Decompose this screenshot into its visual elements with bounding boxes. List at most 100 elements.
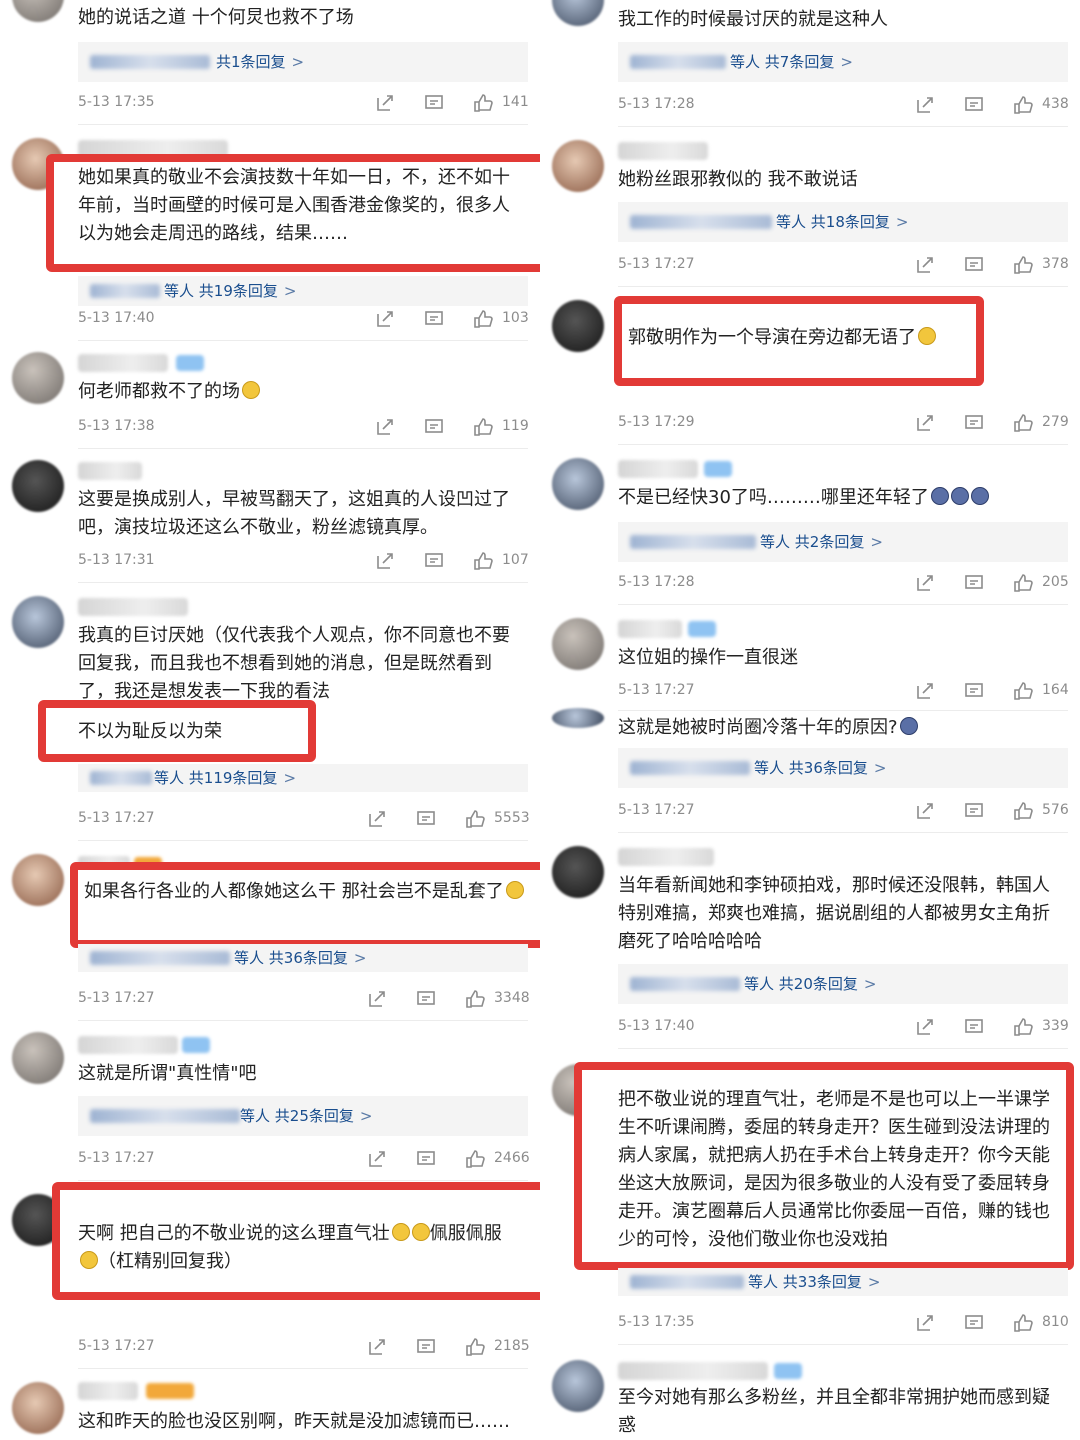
avatar[interactable]	[12, 460, 64, 512]
comment-icon[interactable]	[963, 572, 985, 594]
share-icon[interactable]	[374, 550, 396, 572]
comment-icon[interactable]	[415, 808, 437, 830]
username-blurred[interactable]	[78, 354, 168, 372]
comment-icon[interactable]	[963, 1312, 985, 1334]
share-icon[interactable]	[914, 800, 936, 822]
avatar[interactable]	[12, 1032, 64, 1084]
thumbs-up-icon[interactable]	[1012, 572, 1034, 594]
username-blurred[interactable]	[78, 1036, 178, 1054]
divider	[78, 448, 528, 449]
reply-count-link[interactable]: 等人 共2条回复 >	[760, 522, 883, 562]
reply-count-link[interactable]: 等人 共20条回复 >	[744, 964, 876, 1004]
reply-summary[interactable]: 等人 共19条回复 >	[78, 276, 528, 306]
username-blurred[interactable]	[618, 142, 708, 160]
share-icon[interactable]	[914, 254, 936, 276]
thumbs-up-icon[interactable]	[472, 308, 494, 330]
avatar[interactable]	[12, 1382, 64, 1434]
reply-summary[interactable]: 等人 共25条回复 >	[78, 1096, 528, 1136]
share-icon[interactable]	[374, 308, 396, 330]
username-blurred[interactable]	[78, 598, 188, 616]
comment-icon[interactable]	[423, 92, 445, 114]
comment-icon[interactable]	[423, 308, 445, 330]
avatar[interactable]	[552, 846, 604, 898]
reply-count-link[interactable]: 共1条回复 >	[216, 42, 304, 82]
thumbs-up-icon[interactable]	[1012, 254, 1034, 276]
thumbs-up-icon[interactable]	[472, 416, 494, 438]
share-icon[interactable]	[374, 416, 396, 438]
reply-count-link[interactable]: 等人 共36条回复 >	[234, 944, 366, 972]
comment-icon[interactable]	[963, 680, 985, 702]
reply-count-link[interactable]: 等人 共19条回复 >	[164, 276, 296, 306]
comment-icon[interactable]	[415, 988, 437, 1010]
thumbs-up-icon[interactable]	[1012, 94, 1034, 116]
reply-summary[interactable]: 等人 共33条回复 >	[618, 1268, 1068, 1296]
share-icon[interactable]	[366, 1148, 388, 1170]
thumbs-up-icon[interactable]	[1012, 1016, 1034, 1038]
avatar[interactable]	[552, 708, 604, 728]
avatar[interactable]	[12, 0, 64, 22]
avatar[interactable]	[12, 854, 64, 906]
comment-icon[interactable]	[415, 1148, 437, 1170]
reply-count-link[interactable]: 等人 共33条回复 >	[748, 1268, 880, 1296]
thumbs-up-icon[interactable]	[1012, 680, 1034, 702]
avatar[interactable]	[552, 140, 604, 192]
share-icon[interactable]	[914, 1016, 936, 1038]
thumbs-up-icon[interactable]	[1012, 1312, 1034, 1334]
thumbs-up-icon[interactable]	[464, 988, 486, 1010]
thumbs-up-icon[interactable]	[472, 550, 494, 572]
share-icon[interactable]	[914, 572, 936, 594]
comment-icon[interactable]	[963, 412, 985, 434]
share-icon[interactable]	[366, 1336, 388, 1358]
thumbs-up-icon[interactable]	[472, 92, 494, 114]
divider	[618, 832, 1068, 833]
reply-count-link[interactable]: 等人 共119条回复 >	[154, 764, 296, 792]
avatar[interactable]	[552, 458, 604, 510]
reply-count-link[interactable]: 等人 共18条回复 >	[776, 202, 908, 242]
reply-summary[interactable]: 等人 共18条回复 >	[618, 202, 1068, 242]
thumbs-up-icon[interactable]	[464, 808, 486, 830]
thumbs-up-icon[interactable]	[464, 1148, 486, 1170]
avatar[interactable]	[12, 596, 64, 648]
comment-icon[interactable]	[963, 1016, 985, 1038]
thumbs-up-icon[interactable]	[1012, 412, 1034, 434]
username-blurred[interactable]	[78, 1382, 138, 1400]
avatar[interactable]	[12, 352, 64, 404]
reply-count-link[interactable]: 等人 共25条回复 >	[240, 1096, 372, 1136]
comment-icon[interactable]	[963, 254, 985, 276]
username-blurred[interactable]	[618, 1362, 768, 1380]
username-blurred[interactable]	[618, 620, 682, 638]
reply-summary[interactable]: 等人 共119条回复 >	[78, 764, 528, 792]
like-count: 2466	[494, 1150, 530, 1166]
reply-count-link[interactable]: 等人 共36条回复 >	[754, 748, 886, 788]
comment-icon[interactable]	[963, 94, 985, 116]
share-icon[interactable]	[914, 412, 936, 434]
reply-summary[interactable]: 等人 共36条回复 >	[78, 944, 528, 972]
username-blurred[interactable]	[618, 848, 714, 866]
share-icon[interactable]	[914, 94, 936, 116]
reply-summary[interactable]: 等人 共20条回复 >	[618, 964, 1068, 1004]
reply-summary[interactable]: 等人 共7条回复 >	[618, 42, 1068, 82]
thumbs-up-icon[interactable]	[464, 1336, 486, 1358]
username-blurred[interactable]	[78, 462, 142, 480]
avatar[interactable]	[552, 618, 604, 670]
comment-icon[interactable]	[423, 550, 445, 572]
reply-count-link[interactable]: 等人 共7条回复 >	[730, 42, 853, 82]
avatar[interactable]	[552, 1360, 604, 1412]
timestamp: 5-13 17:40	[78, 310, 155, 326]
username-blurred[interactable]	[618, 460, 698, 478]
avatar[interactable]	[552, 0, 604, 26]
share-icon[interactable]	[374, 92, 396, 114]
comment-icon[interactable]	[415, 1336, 437, 1358]
reply-summary[interactable]: 等人 共2条回复 >	[618, 522, 1068, 562]
user-badge	[774, 1363, 802, 1379]
share-icon[interactable]	[366, 808, 388, 830]
share-icon[interactable]	[914, 1312, 936, 1334]
reply-summary[interactable]: 共1条回复 >	[78, 42, 528, 82]
reply-summary[interactable]: 等人 共36条回复 >	[618, 748, 1068, 788]
share-icon[interactable]	[914, 680, 936, 702]
comment-icon[interactable]	[423, 416, 445, 438]
thumbs-up-icon[interactable]	[1012, 800, 1034, 822]
avatar[interactable]	[552, 300, 604, 352]
comment-icon[interactable]	[963, 800, 985, 822]
share-icon[interactable]	[366, 988, 388, 1010]
